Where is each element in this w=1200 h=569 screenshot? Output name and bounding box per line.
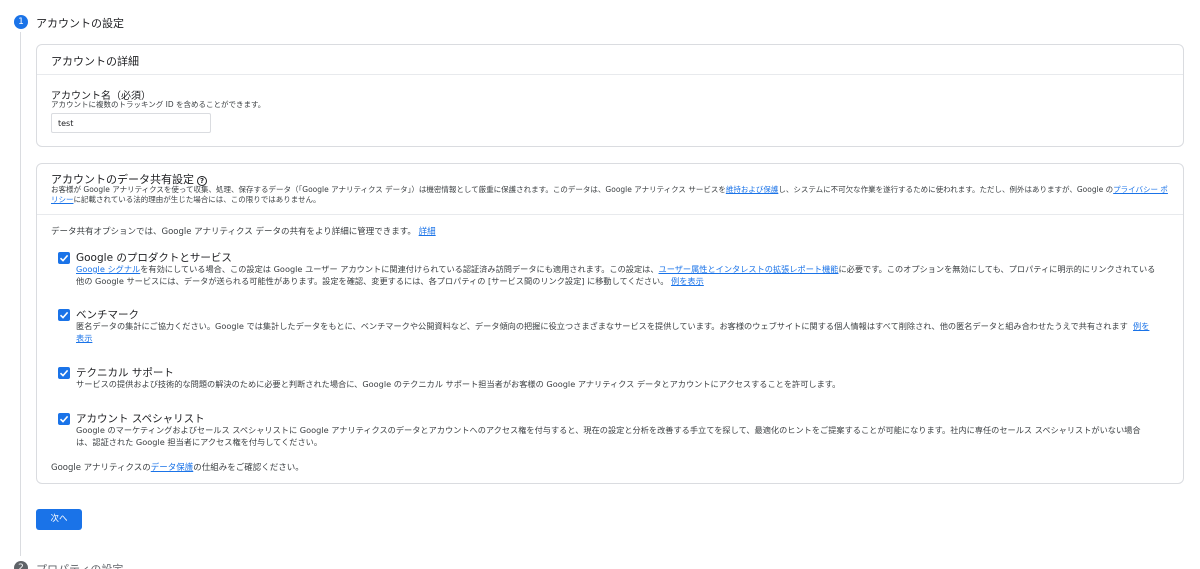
intro-text: データ共有オプションでは、Google アナリティクス データの共有をより詳細に…: [51, 227, 416, 237]
checkbox-checked-icon[interactable]: [58, 413, 70, 425]
divider: [37, 74, 1183, 75]
option-text: を有効にしている場合、この設定は Google ユーザー アカウントに関連付けら…: [140, 264, 659, 274]
data-sharing-card: アカウントのデータ共有設定? お客様が Google アナリティクスを使って収集…: [36, 163, 1184, 484]
account-details-card: アカウントの詳細 アカウント名（必須） アカウントに複数のトラッキング ID を…: [36, 44, 1184, 147]
step-1-badge: 1: [14, 15, 28, 29]
data-sharing-description: お客様が Google アナリティクスを使って収集、処理、保存するデータ（「Go…: [51, 185, 1173, 204]
option-description: Google シグナルを有効にしている場合、この設定は Google ユーザー …: [76, 264, 1156, 287]
option-title: アカウント スペシャリスト: [76, 413, 205, 425]
account-details-header: アカウントの詳細: [51, 55, 139, 68]
account-name-input[interactable]: [51, 113, 211, 133]
option-title: Google のプロダクトとサービス: [76, 252, 232, 264]
option-description: サービスの提供および技術的な問題の解決のために必要と判断された場合に、Googl…: [76, 379, 841, 389]
stepper-line: [20, 32, 21, 556]
next-button[interactable]: 次へ: [36, 509, 82, 530]
checkbox-checked-icon[interactable]: [58, 367, 70, 379]
checkbox-checked-icon[interactable]: [58, 309, 70, 321]
option-description: 匿名データの集計にご協力ください。Google では集計したデータをもとに、ベン…: [76, 321, 1156, 344]
data-protection-link[interactable]: データ保護: [151, 463, 194, 473]
footer-text: の仕組みをご確認ください。: [193, 463, 304, 473]
checkbox-checked-icon[interactable]: [58, 252, 70, 264]
account-name-help: アカウントに複数のトラッキング ID を含めることができます。: [51, 100, 266, 109]
details-link[interactable]: 詳細: [419, 227, 436, 237]
show-example-link[interactable]: 例を表示: [671, 276, 704, 286]
footer-text: Google アナリティクスの: [51, 463, 151, 473]
maintain-protect-link[interactable]: 維持および保護: [726, 185, 779, 194]
step-2-title: プロパティの設定: [36, 561, 123, 569]
data-protection-note: Google アナリティクスのデータ保護の仕組みをご確認ください。: [51, 461, 304, 473]
option-title: ベンチマーク: [76, 309, 139, 321]
description-text: し、システムに不可欠な作業を遂行するために使われます。ただし、例外はありますが、…: [778, 185, 1114, 194]
step-1-title: アカウントの設定: [36, 17, 124, 30]
demographics-link[interactable]: ユーザー属性とインタレストの拡張レポート機能: [659, 264, 839, 274]
description-text: に記載されている法的理由が生じた場合には、この限りではありません。: [73, 194, 321, 204]
divider: [37, 214, 1183, 215]
sharing-intro: データ共有オプションでは、Google アナリティクス データの共有をより詳細に…: [51, 225, 436, 237]
option-title: テクニカル サポート: [76, 367, 174, 379]
option-description: Google のマーケティングおよびセールス スペシャリストに Google ア…: [76, 425, 1141, 447]
google-signals-link[interactable]: Google シグナル: [76, 264, 140, 274]
option-text: 匿名データの集計にご協力ください。Google では集計したデータをもとに、ベン…: [76, 321, 1128, 331]
description-text: お客様が Google アナリティクスを使って収集、処理、保存するデータ（「Go…: [51, 185, 726, 194]
step-2-badge: 2: [14, 561, 28, 569]
